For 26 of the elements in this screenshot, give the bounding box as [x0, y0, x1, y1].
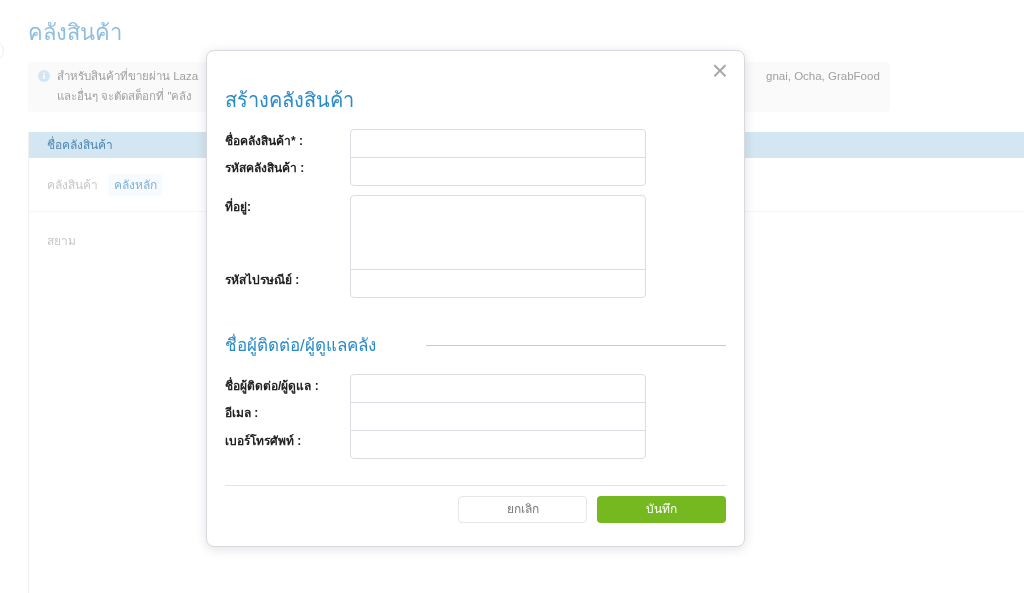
info-text: สำหรับสินค้าที่ขายผ่าน Laza [57, 68, 199, 84]
field-label: รหัสไปรษณีย์ : [225, 272, 300, 288]
warehouse-badge: คลังหลัก [108, 173, 163, 196]
header-text: ชื่อคลังสินค้า [47, 136, 113, 154]
page-title: คลังสินค้า [28, 19, 122, 47]
field-label: เบอร์โทรศัพท์ : [225, 432, 302, 449]
input-field[interactable] [350, 373, 646, 403]
input-field[interactable] [350, 429, 646, 459]
field-label: ที่อยู่: [225, 199, 251, 215]
info-text: gnai, Ocha, GrabFood [766, 69, 880, 84]
info-text: และอื่นๆ จะตัดสต็อกที่ "คลัง [57, 88, 193, 104]
address-field[interactable] [350, 195, 646, 270]
close-button[interactable]: × [711, 57, 728, 85]
field-label: ชื่อคลังสินค้า* : [225, 133, 303, 149]
field-label: ชื่อผู้ติดต่อ/ผู้ดูแล : [225, 377, 319, 394]
field-label: รหัสคลังสินค้า : [225, 160, 305, 176]
info-icon [38, 70, 50, 82]
field-label: อีเมล : [225, 404, 259, 421]
input-field[interactable] [350, 401, 646, 431]
input-field[interactable] [350, 157, 646, 186]
input-field[interactable] [350, 269, 646, 298]
cancel-button[interactable]: ยกเลิก [458, 495, 587, 523]
dialog-title: สร้างคลังสินค้า [225, 88, 355, 113]
save-button[interactable]: บันทึก [597, 495, 726, 523]
input-field[interactable] [350, 129, 646, 158]
section-title: ชื่อผู้ติดต่อ/ผู้ดูแลคลัง [225, 333, 376, 359]
